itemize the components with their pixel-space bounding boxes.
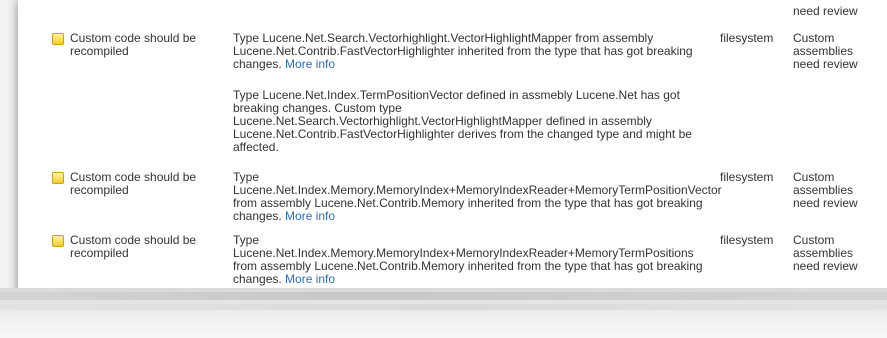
issue-title: Custom code should be recompiled [70, 233, 197, 260]
table-row: Custom code should be recompiled Type Lu… [18, 0, 887, 296]
blur-bar [0, 304, 887, 310]
results-panel: need review Custom code should be recomp… [18, 0, 887, 296]
issue-description: Type Lucene.Net.Index.Memory.MemoryIndex… [233, 234, 708, 286]
more-info-link[interactable]: More info [285, 272, 335, 286]
location-cell: filesystem [720, 233, 774, 247]
page-bottom-shadow [0, 288, 887, 338]
category-cell: Custom assemblies need review [793, 233, 858, 273]
blur-bar [0, 292, 887, 300]
warning-icon [52, 235, 64, 247]
